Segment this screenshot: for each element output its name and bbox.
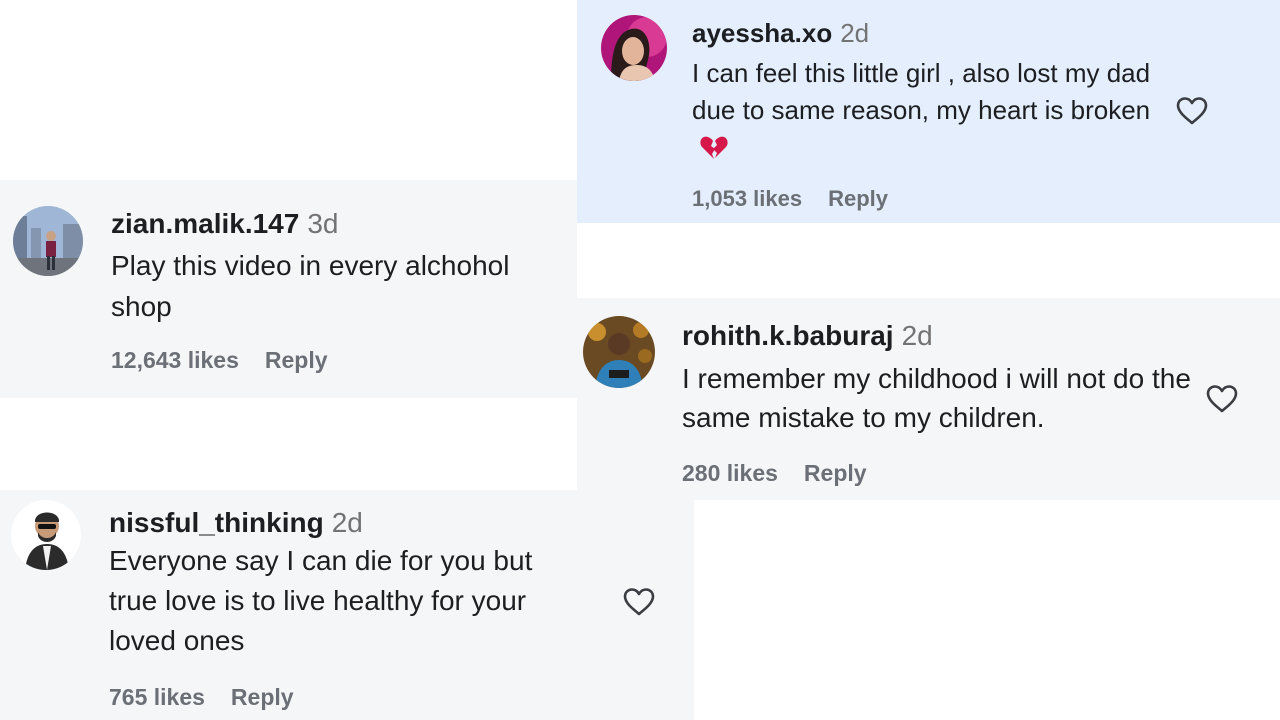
comment-meta: 1,053 likes Reply [692,186,888,212]
like-heart-icon[interactable] [622,587,656,617]
comment-card: nissful_thinking 2d Everyone say I can di… [0,490,694,720]
comment-text: I can feel this little girl , also lost … [692,55,1172,170]
like-heart-icon[interactable] [1205,384,1239,414]
comment-time: 2d [840,18,870,48]
avatar[interactable] [601,15,667,81]
avatar[interactable] [13,206,83,276]
comment-time: 3d [307,208,339,239]
comment-time: 2d [331,507,363,538]
likes-count[interactable]: 12,643 likes [111,347,239,373]
comment-text: I remember my childhood i will not do th… [682,363,1191,433]
likes-count[interactable]: 1,053 likes [692,186,802,211]
comment-card: rohith.k.baburaj 2d I remember my childho… [577,298,1280,500]
avatar[interactable] [11,500,81,570]
comment-card: zian.malik.147 3d Play this video in ever… [0,180,577,398]
reply-button[interactable]: Reply [231,684,294,710]
reply-button[interactable]: Reply [265,347,328,373]
comment-card: ayessha.xo 2d I can feel this little girl… [577,0,1280,223]
reply-button[interactable]: Reply [804,460,867,486]
username[interactable]: rohith.k.baburaj [682,320,894,351]
comment-meta: 280 likes Reply [682,460,867,487]
likes-count[interactable]: 765 likes [109,684,205,710]
likes-count[interactable]: 280 likes [682,460,778,486]
reply-button[interactable]: Reply [828,186,888,211]
comment-time: 2d [901,320,933,351]
broken-heart-emoji [700,133,728,170]
like-heart-icon[interactable] [1175,96,1209,126]
comment-text: Everyone say I can die for you but true … [109,545,533,656]
comment-meta: 12,643 likes Reply [111,347,328,374]
username[interactable]: ayessha.xo [692,18,832,48]
avatar[interactable] [583,316,655,388]
comment-meta: 765 likes Reply [109,684,294,711]
username[interactable]: nissful_thinking [109,507,324,538]
username[interactable]: zian.malik.147 [111,208,299,239]
comment-text: Play this video in every alchohol shop [111,250,510,322]
